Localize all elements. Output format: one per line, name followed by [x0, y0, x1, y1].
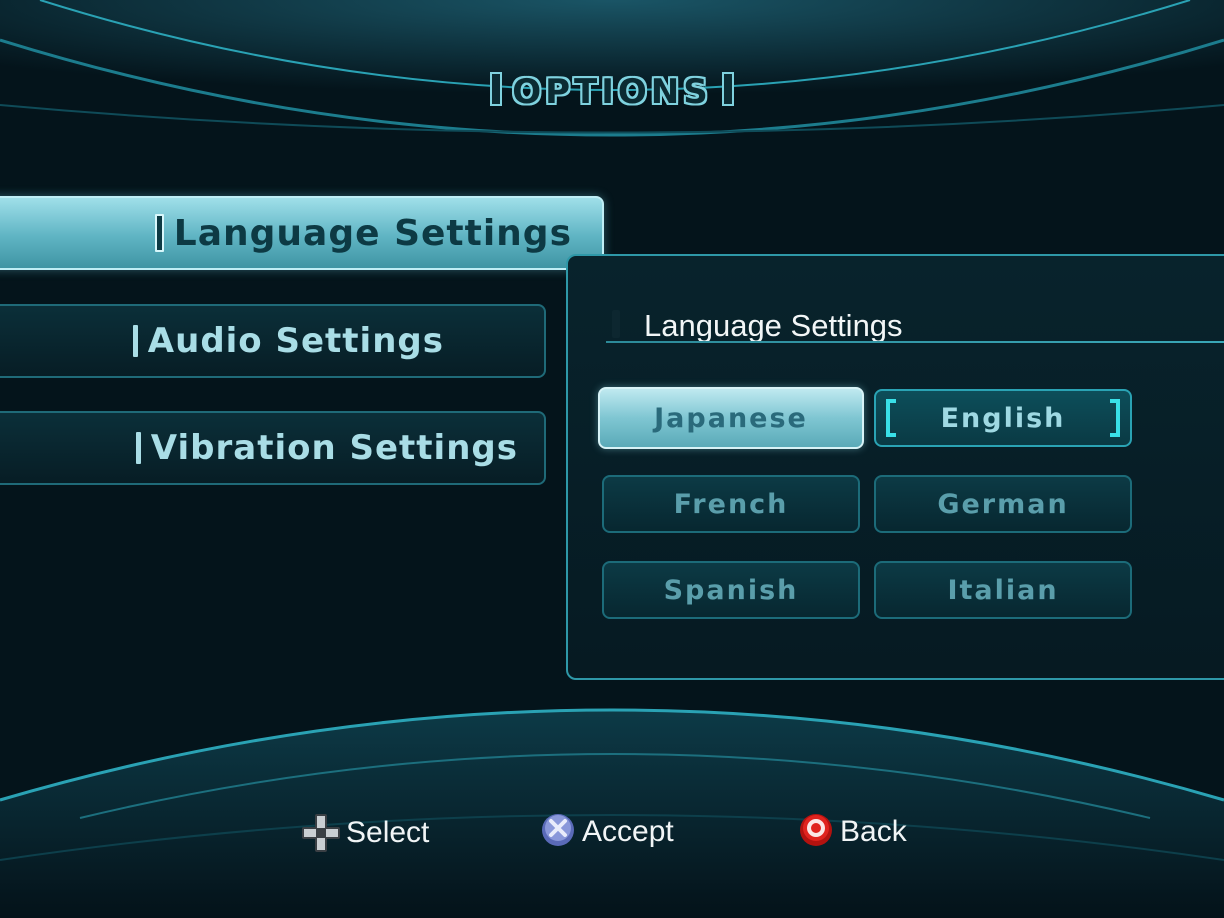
language-option-german[interactable]: German: [874, 475, 1132, 533]
panel-title-tick: [612, 310, 620, 338]
menu-tick-icon: [135, 432, 141, 464]
dpad-icon: [302, 814, 340, 852]
language-option-label: German: [937, 488, 1069, 520]
hint-select-label: Select: [346, 816, 430, 849]
options-title-text: OPTIONS: [512, 72, 712, 112]
title-right-bar: [721, 72, 734, 106]
language-option-label: English: [940, 402, 1066, 434]
language-option-label: Italian: [947, 574, 1059, 606]
menu-tick-icon: [154, 214, 164, 252]
menu-item-label: Vibration Settings: [150, 428, 518, 468]
cross-button-icon: [542, 814, 574, 846]
hint-back: Back: [796, 812, 907, 852]
menu-item-label: Language Settings: [173, 212, 572, 254]
menu-item-audio-settings[interactable]: Audio Settings: [0, 304, 546, 378]
language-option-label: Spanish: [663, 574, 799, 606]
panel-title: Language Settings: [644, 308, 903, 343]
options-title: OPTIONS: [0, 72, 1224, 112]
language-option-japanese[interactable]: Japanese: [598, 387, 864, 449]
menu-item-label: Audio Settings: [147, 321, 444, 361]
menu-item-vibration-settings[interactable]: Vibration Settings: [0, 411, 546, 485]
hint-accept: Accept: [538, 812, 674, 852]
language-option-spanish[interactable]: Spanish: [602, 561, 860, 619]
circle-button-icon: [800, 814, 832, 846]
title-left-bar: [490, 72, 503, 106]
language-option-label: French: [673, 488, 789, 520]
language-option-english[interactable]: English: [874, 389, 1132, 447]
language-option-french[interactable]: French: [602, 475, 860, 533]
panel-title-divider: [606, 341, 1224, 343]
menu-tick-icon: [132, 325, 138, 357]
hint-select: Select: [300, 812, 429, 854]
hint-back-label: Back: [840, 815, 907, 848]
language-option-italian[interactable]: Italian: [874, 561, 1132, 619]
hint-accept-label: Accept: [582, 815, 674, 848]
language-option-label: Japanese: [654, 402, 808, 434]
menu-item-language-settings[interactable]: Language Settings: [0, 196, 604, 270]
